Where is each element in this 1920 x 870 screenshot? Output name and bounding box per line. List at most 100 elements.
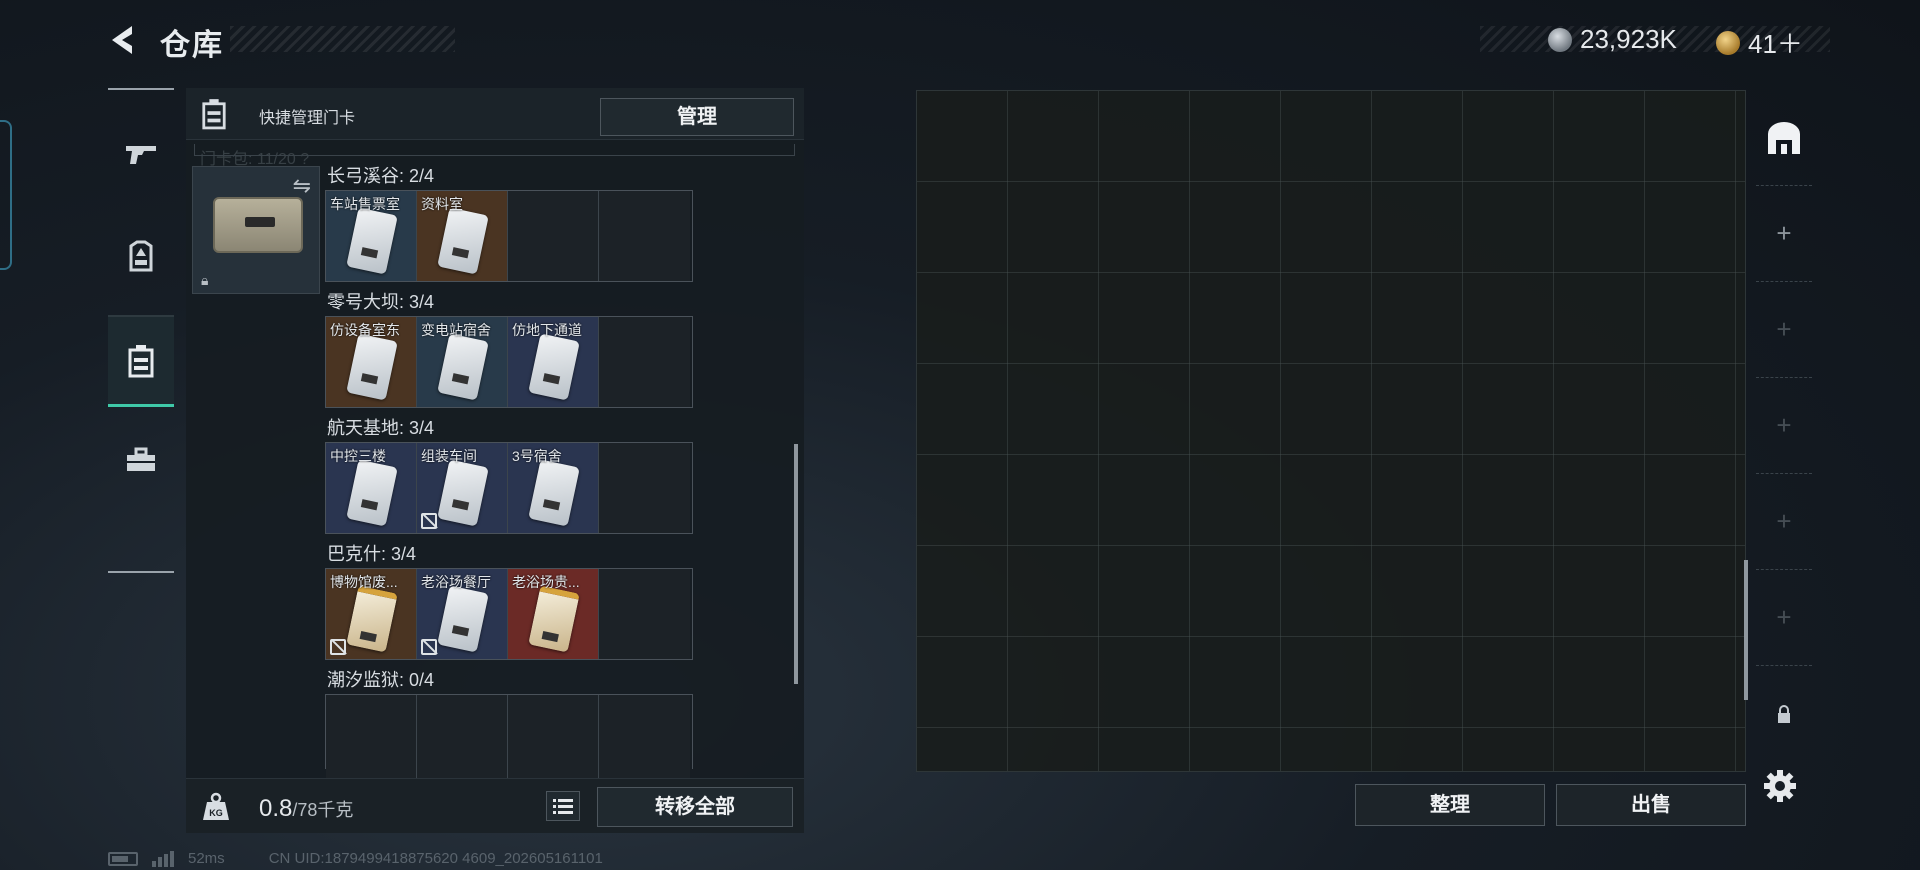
swap-icon[interactable]: ⇋ xyxy=(293,173,311,199)
keycard-slot-row: 中控三楼 组装车间 3号宿舍 xyxy=(325,442,693,534)
keycard-slot[interactable]: 仿地下通道 xyxy=(508,317,599,407)
keycard-panel: 快捷管理门卡 管理 门卡包: 11/20 ? ⇋ 🔒︎ 长弓溪谷: 2/4 车站售… xyxy=(186,88,804,833)
plus-icon: + xyxy=(1776,218,1792,248)
keycard-name: 老浴场餐厅 xyxy=(421,574,491,590)
region-label: 零号大坝: 3/4 xyxy=(327,292,435,312)
panel-title: 快捷管理门卡 xyxy=(259,110,356,127)
edge-tab[interactable] xyxy=(0,120,12,270)
silver-coin-icon xyxy=(1548,27,1572,52)
keycard-icon xyxy=(437,333,489,401)
gold-currency[interactable]: 41＋ xyxy=(1716,24,1803,61)
keycard-name: 仿设备室东 xyxy=(330,322,400,338)
keycard-name: 仿地下通道 xyxy=(512,322,582,338)
keycard-icon xyxy=(346,585,398,653)
manage-button[interactable]: 管理 xyxy=(600,98,794,136)
empty-keycard-slot[interactable] xyxy=(508,695,599,785)
tab-toolbox[interactable] xyxy=(108,420,174,500)
category-tabs xyxy=(108,88,174,573)
keycard-slot[interactable]: 资料室 xyxy=(417,191,508,281)
list-view-button[interactable] xyxy=(546,791,580,821)
region-label: 潮汐监狱: 0/4 xyxy=(327,670,435,690)
keycard-name: 资料室 xyxy=(421,196,463,212)
empty-keycard-slot[interactable] xyxy=(599,569,690,659)
region-label: 巴克什: 3/4 xyxy=(327,544,417,564)
keycard-icon xyxy=(528,459,580,527)
stash-scrollbar[interactable] xyxy=(1744,560,1748,700)
stash-page-main[interactable] xyxy=(1756,90,1812,186)
keycard-slot[interactable]: 老浴场贵... xyxy=(508,569,599,659)
add-stash-page-button[interactable]: + xyxy=(1756,282,1812,378)
keycard-slot[interactable]: 组装车间 xyxy=(417,443,508,533)
gear-icon[interactable] xyxy=(1762,768,1798,804)
locked-stash-page[interactable] xyxy=(1756,666,1812,762)
gold-coin-icon xyxy=(1716,30,1740,55)
keycard-case-icon xyxy=(196,96,232,132)
empty-keycard-slot[interactable] xyxy=(508,191,599,281)
keycard-icon xyxy=(437,207,489,275)
keycard-slot[interactable]: 变电站宿舍 xyxy=(417,317,508,407)
keycard-icon xyxy=(528,333,580,401)
keycard-slot[interactable]: 3号宿舍 xyxy=(508,443,599,533)
empty-keycard-slot[interactable] xyxy=(599,443,690,533)
keycard-case-icon xyxy=(128,344,154,377)
add-stash-page-button[interactable]: + xyxy=(1756,474,1812,570)
empty-keycard-slot[interactable] xyxy=(599,191,690,281)
status-bar: 52ms CN UID:1879499418875620 4609_202605… xyxy=(108,850,603,867)
title-decoration xyxy=(230,26,455,52)
plus-icon: + xyxy=(1776,602,1792,632)
keycard-slot[interactable]: 仿设备室东 xyxy=(326,317,417,407)
keycard-icon xyxy=(437,585,489,653)
page-title: 仓库 xyxy=(160,29,224,62)
ping-text: 52ms xyxy=(188,850,225,867)
keycard-name: 组装车间 xyxy=(421,448,477,464)
lock-icon: 🔒︎ xyxy=(201,272,209,288)
add-stash-page-button[interactable]: + xyxy=(1756,186,1812,282)
keycard-slot[interactable]: 博物馆废... xyxy=(326,569,417,659)
silver-currency: 23,923K xyxy=(1548,24,1677,55)
gun-icon xyxy=(126,146,156,164)
keycard-slot-row: 博物馆废... 老浴场餐厅 老浴场贵... xyxy=(325,568,693,660)
weight-max: /78千克 xyxy=(292,800,354,820)
plus-icon: + xyxy=(1776,410,1792,440)
keycard-name: 博物馆废... xyxy=(330,574,398,590)
empty-keycard-slot[interactable] xyxy=(599,317,690,407)
unlinked-icon xyxy=(421,639,437,655)
weight-readout: 0.8/78千克 xyxy=(259,795,353,823)
add-stash-page-button[interactable]: + xyxy=(1756,570,1812,666)
unlinked-icon xyxy=(330,639,346,655)
sell-button[interactable]: 出售 xyxy=(1556,784,1746,826)
silver-amount: 23,923K xyxy=(1580,24,1677,54)
list-icon xyxy=(553,799,573,814)
keycard-slot[interactable]: 老浴场餐厅 xyxy=(417,569,508,659)
keycard-slot-row xyxy=(325,694,693,785)
gold-amount: 41＋ xyxy=(1748,29,1803,59)
keycard-name: 车站售票室 xyxy=(330,196,400,212)
keycard-slot-row: 车站售票室 资料室 xyxy=(325,190,693,282)
empty-keycard-slot[interactable] xyxy=(599,695,690,785)
keycard-case-item[interactable]: ⇋ 🔒︎ xyxy=(192,166,320,294)
tab-weapons[interactable] xyxy=(108,115,174,195)
stash-icon xyxy=(1768,121,1800,154)
add-stash-page-button[interactable]: + xyxy=(1756,378,1812,474)
empty-keycard-slot[interactable] xyxy=(326,695,417,785)
keycard-icon xyxy=(346,333,398,401)
back-arrow-icon[interactable] xyxy=(106,22,142,58)
plus-icon: + xyxy=(1776,314,1792,344)
tab-keycards[interactable] xyxy=(108,315,174,407)
weight-icon: KG xyxy=(196,787,236,827)
stash-grid[interactable] xyxy=(916,90,1746,772)
keycard-slot[interactable]: 车站售票室 xyxy=(326,191,417,281)
keycard-name: 3号宿舍 xyxy=(512,448,562,464)
plus-icon: + xyxy=(1776,506,1792,536)
keycard-name: 变电站宿舍 xyxy=(421,322,491,338)
tab-armor[interactable] xyxy=(108,216,174,296)
sort-button[interactable]: 整理 xyxy=(1355,784,1545,826)
panel-scrollbar[interactable] xyxy=(794,444,798,684)
unlinked-icon xyxy=(421,513,437,529)
keycard-icon xyxy=(346,459,398,527)
transfer-all-button[interactable]: 转移全部 xyxy=(597,787,793,827)
battery-icon xyxy=(108,851,138,866)
keycard-slot-row: 仿设备室东 变电站宿舍 仿地下通道 xyxy=(325,316,693,408)
empty-keycard-slot[interactable] xyxy=(417,695,508,785)
keycard-slot[interactable]: 中控三楼 xyxy=(326,443,417,533)
